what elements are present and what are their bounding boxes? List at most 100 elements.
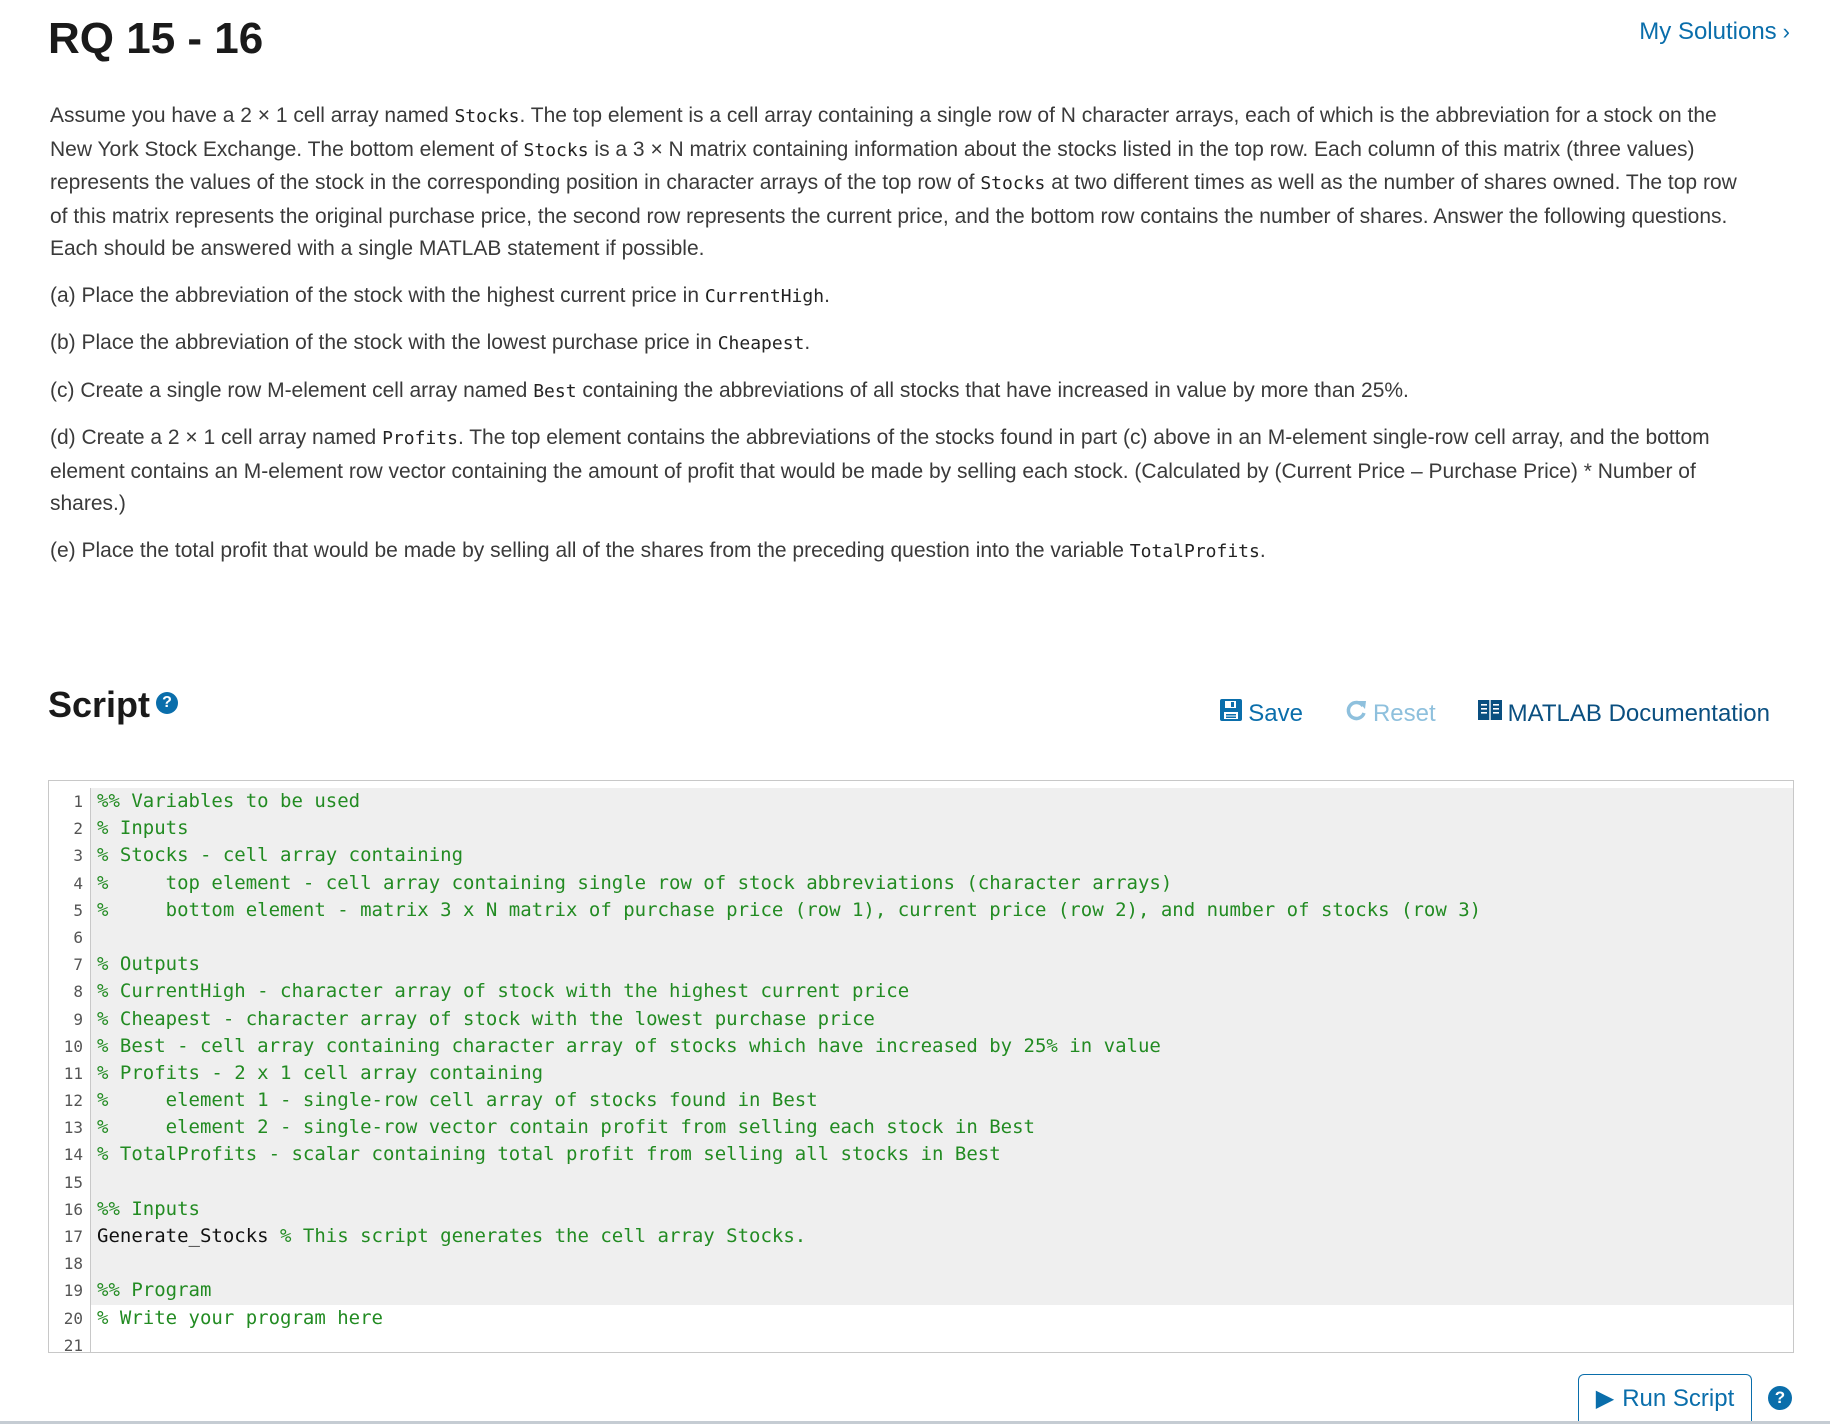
line-number: 18 — [49, 1250, 91, 1278]
code-text[interactable]: % Stocks - cell array containing — [91, 842, 1793, 870]
intro-paragraph: Assume you have a 2 × 1 cell array named… — [50, 100, 1760, 266]
reset-button[interactable]: Reset — [1345, 698, 1436, 729]
chevron-right-icon: › — [1782, 19, 1790, 44]
run-script-button[interactable]: ▶ Run Script — [1578, 1374, 1752, 1422]
code-line[interactable]: 11 % Profits - 2 x 1 cell array containin… — [49, 1059, 1793, 1088]
code-line[interactable]: 8 % CurrentHigh - character array of stoc… — [49, 978, 1793, 1006]
book-icon — [1477, 699, 1502, 728]
code-text[interactable]: Generate_Stocks % This script generates … — [91, 1223, 1793, 1251]
code-line[interactable]: 20 % Write your program here — [49, 1304, 1793, 1332]
code-text[interactable]: % element 1 - single-row cell array of s… — [91, 1087, 1793, 1115]
code-line[interactable]: 9 % Cheapest - character array of stock w… — [49, 1005, 1793, 1033]
text: (c) Create a single row M-element cell a… — [50, 378, 534, 402]
code-text[interactable]: % top element - cell array containing si… — [91, 869, 1793, 897]
question-part: (b) Place the abbreviation of the stock … — [50, 327, 1760, 361]
code-line[interactable]: 12 % element 1 - single-row cell array of… — [49, 1087, 1793, 1115]
line-number: 20 — [49, 1304, 91, 1332]
code-token: Generate_Stocks — [97, 1225, 281, 1247]
text: (b) Place the abbreviation of the stock … — [50, 331, 718, 354]
code-comment: % bottom element - matrix 3 x N matrix o… — [97, 898, 1482, 921]
text: containing the abbreviations of all stoc… — [576, 378, 1409, 402]
code-text[interactable]: % Write your program here — [91, 1305, 1793, 1332]
variable-name: Stocks — [523, 139, 589, 161]
code-line[interactable]: 4 % top element - cell array containing s… — [49, 869, 1793, 897]
code-comment: % element 2 - single-row vector contain … — [97, 1116, 1035, 1139]
code-text[interactable] — [91, 1250, 1793, 1278]
code-text[interactable] — [91, 1168, 1793, 1196]
code-comment: %% Variables to be used — [97, 790, 361, 812]
code-text[interactable]: %% Inputs — [91, 1195, 1793, 1223]
code-line[interactable]: 5 % bottom element - matrix 3 x N matrix … — [49, 896, 1793, 924]
code-comment: % Profits - 2 x 1 cell array containing — [97, 1061, 544, 1084]
my-solutions-link[interactable]: My Solutions › — [1639, 18, 1790, 46]
question-parts: (a) Place the abbreviation of the stock … — [50, 280, 1760, 569]
line-number: 10 — [49, 1032, 91, 1060]
line-number: 16 — [49, 1195, 91, 1223]
code-text[interactable]: %% Variables to be used — [91, 788, 1793, 816]
code-text[interactable]: % CurrentHigh - character array of stock… — [91, 978, 1793, 1006]
variable-name: Best — [533, 380, 577, 402]
script-title: Script — [48, 684, 151, 725]
variable-name: Profits — [382, 428, 458, 449]
save-button[interactable]: Save — [1220, 698, 1303, 729]
code-comment: % Best - cell array containing character… — [97, 1034, 1161, 1057]
line-number: 19 — [49, 1277, 91, 1305]
code-line[interactable]: 14 % TotalProfits - scalar containing tot… — [49, 1141, 1793, 1169]
line-number: 15 — [49, 1168, 91, 1196]
code-comment: % element 1 - single-row cell array of s… — [97, 1089, 818, 1112]
code-text[interactable]: % Cheapest - character array of stock wi… — [91, 1005, 1793, 1033]
line-number: 14 — [49, 1141, 91, 1169]
code-line[interactable]: 1 %% Variables to be used — [49, 788, 1793, 816]
variable-name: Stocks — [980, 173, 1046, 194]
code-text[interactable]: % Outputs — [91, 951, 1793, 979]
code-text[interactable]: % Profits - 2 x 1 cell array containing — [91, 1059, 1793, 1088]
code-line[interactable]: 18 — [49, 1250, 1793, 1278]
code-comment: %% Inputs — [97, 1197, 200, 1220]
question-part: (e) Place the total profit that would be… — [50, 535, 1760, 569]
code-text[interactable]: % element 2 - single-row vector contain … — [91, 1114, 1793, 1142]
code-comment: % Inputs — [97, 817, 189, 840]
matlab-documentation-link[interactable]: MATLAB Documentation — [1477, 698, 1770, 729]
code-comment: % Outputs — [97, 953, 200, 976]
run-script-label: Run Script — [1622, 1384, 1735, 1412]
problem-description: Assume you have a 2 × 1 cell array named… — [50, 100, 1760, 582]
question-circle-icon[interactable]: ? — [156, 692, 179, 714]
refresh-icon — [1345, 698, 1367, 729]
code-line[interactable]: 21 — [49, 1331, 1793, 1352]
line-number: 7 — [49, 951, 91, 979]
question-part: (c) Create a single row M-element cell a… — [50, 375, 1760, 409]
docs-label: MATLAB Documentation — [1507, 699, 1770, 727]
code-line[interactable]: 6 — [49, 923, 1793, 952]
question-circle-icon[interactable]: ? — [1768, 1386, 1792, 1410]
editor-lines: 1 %% Variables to be used 2 % Inputs 3 % Stoc… — [49, 788, 1793, 1352]
question-part: (a) Place the abbreviation of the stock … — [50, 280, 1760, 314]
variable-name: Cheapest — [717, 333, 805, 354]
code-comment: % Stocks - cell array containing — [97, 844, 464, 867]
code-text[interactable]: % TotalProfits - scalar containing total… — [91, 1141, 1793, 1169]
code-text[interactable] — [91, 1332, 1793, 1352]
code-line[interactable]: 15 — [49, 1168, 1793, 1196]
code-line[interactable]: 10 % Best - cell array containing charact… — [49, 1032, 1793, 1060]
text: (d) Create a 2 × 1 cell array named — [50, 426, 383, 449]
question-part: (d) Create a 2 × 1 cell array named Prof… — [50, 422, 1760, 521]
script-heading: Script? — [48, 684, 179, 726]
code-text[interactable]: % bottom element - matrix 3 x N matrix o… — [91, 896, 1793, 924]
code-text[interactable]: % Inputs — [91, 815, 1793, 843]
code-comment: %% Program — [97, 1279, 212, 1302]
code-line[interactable]: 7 % Outputs — [49, 951, 1793, 979]
code-line[interactable]: 17 Generate_Stocks % This script generate… — [49, 1223, 1793, 1251]
code-editor[interactable]: 1 %% Variables to be used 2 % Inputs 3 % Stoc… — [48, 780, 1794, 1353]
code-line[interactable]: 3 % Stocks - cell array containing — [49, 842, 1793, 870]
code-text[interactable]: % Best - cell array containing character… — [91, 1032, 1793, 1060]
code-comment: % CurrentHigh - character array of stock… — [97, 980, 910, 1003]
code-line[interactable]: 16 %% Inputs — [49, 1195, 1793, 1223]
save-label: Save — [1248, 699, 1303, 727]
code-line[interactable]: 19 %% Program — [49, 1277, 1793, 1305]
code-text[interactable]: %% Program — [91, 1277, 1793, 1305]
line-number: 2 — [49, 815, 91, 843]
code-line[interactable]: 13 % element 2 - single-row vector contai… — [49, 1114, 1793, 1142]
code-text[interactable] — [91, 923, 1793, 952]
code-line[interactable]: 2 % Inputs — [49, 815, 1793, 843]
line-number: 3 — [49, 842, 91, 870]
line-number: 17 — [49, 1223, 91, 1251]
